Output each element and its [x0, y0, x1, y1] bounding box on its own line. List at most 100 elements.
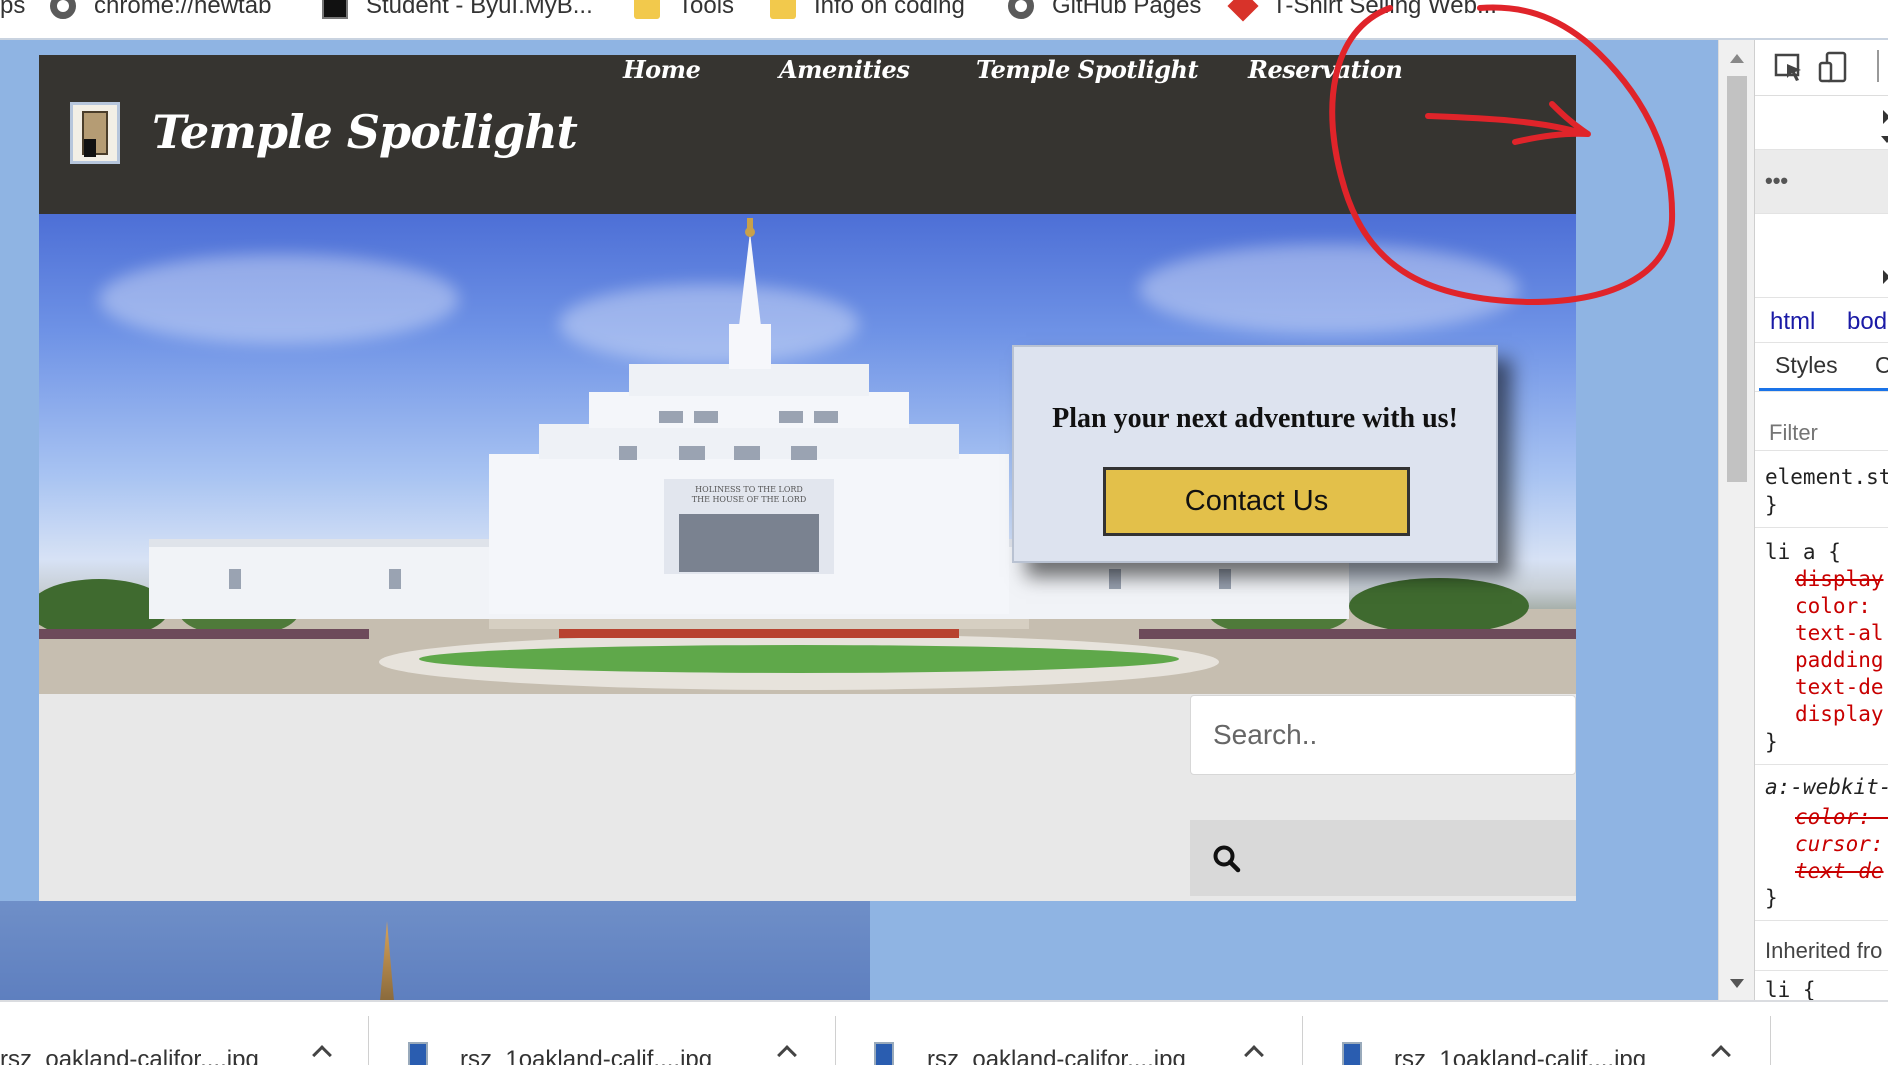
rule-close-brace: } — [1765, 493, 1778, 517]
red-diamond-icon — [1227, 0, 1259, 22]
tab-styles[interactable]: Styles — [1775, 352, 1838, 379]
download-filename: rsz_oakland-califor....jpg — [927, 1046, 1186, 1065]
image-file-icon — [408, 1042, 428, 1065]
toolbar-divider — [1877, 50, 1879, 82]
bookmark-item[interactable]: GitHub Pages — [1008, 0, 1201, 24]
inherited-from-label: Inherited fro — [1765, 938, 1883, 963]
secondary-temple-image — [0, 901, 870, 1000]
globe-icon — [50, 0, 76, 19]
temple-inscription-1: HOLINESS TO THE LORD — [695, 485, 803, 494]
divider — [1770, 1016, 1771, 1065]
image-file-icon — [874, 1042, 894, 1065]
devtools-row — [1755, 96, 1888, 150]
breadcrumb-html[interactable]: html — [1770, 308, 1815, 336]
vertical-scrollbar[interactable] — [1718, 40, 1754, 1000]
divider — [1755, 527, 1888, 528]
devtools-row — [1755, 214, 1888, 298]
downloads-bar: rsz_oakland-califor....jpg rsz_1oakland-… — [0, 1000, 1888, 1065]
bookmark-item[interactable]: ps — [0, 0, 25, 24]
scroll-down-arrow-icon[interactable] — [1730, 979, 1744, 988]
bookmark-label: Student - ByuI.MyB... — [366, 0, 593, 19]
divider — [1755, 764, 1888, 765]
temple-inscription-2: THE HOUSE OF THE LORD — [692, 495, 807, 504]
rule-li-a-selector[interactable]: li a { — [1765, 540, 1841, 564]
bookmark-item[interactable]: Tools — [634, 0, 734, 24]
nav-home[interactable]: Home — [623, 55, 701, 84]
nav-reservation[interactable]: Reservation — [1248, 55, 1403, 84]
bookmark-item[interactable]: chrome://newtab — [50, 0, 271, 24]
rule-close-brace: } — [1765, 730, 1778, 754]
nav-amenities[interactable]: Amenities — [779, 55, 910, 84]
css-prop: text-de — [1795, 859, 1884, 883]
folder-icon — [634, 0, 660, 19]
divider — [1755, 450, 1888, 451]
bookmark-item[interactable]: T-Shirt Selling Web... — [1227, 0, 1497, 24]
divider — [1755, 920, 1888, 921]
search-button[interactable] — [1190, 820, 1576, 896]
collapse-arrow-icon[interactable] — [1881, 136, 1888, 143]
download-item[interactable]: rsz_1oakland-calif....jpg — [370, 1002, 835, 1065]
download-filename: rsz_oakland-califor....jpg — [0, 1046, 259, 1065]
divider — [1755, 342, 1888, 343]
folder-icon — [770, 0, 796, 19]
devtools-toolbar — [1755, 40, 1888, 96]
divider — [1755, 970, 1888, 971]
cta-box: Plan your next adventure with us! Contac… — [1012, 345, 1498, 563]
more-dots-icon[interactable]: ••• — [1765, 168, 1788, 194]
contact-us-button[interactable]: Contact Us — [1103, 467, 1410, 536]
rule-close-brace: } — [1765, 886, 1778, 910]
bookmark-item[interactable]: Info on coding — [770, 0, 965, 24]
rule-webkit-selector: a:-webkit- — [1765, 775, 1888, 799]
device-toolbar-icon[interactable] — [1817, 50, 1849, 84]
search-icon — [1213, 845, 1241, 873]
css-prop: color: - — [1795, 805, 1888, 829]
divider — [368, 1016, 369, 1065]
download-item[interactable]: rsz_oakland-califor....jpg — [837, 1002, 1302, 1065]
expand-arrow-icon[interactable] — [1883, 110, 1888, 124]
chevron-up-icon[interactable] — [1711, 1045, 1731, 1065]
css-prop[interactable]: text-al — [1795, 621, 1884, 645]
tab-computed[interactable]: C — [1875, 352, 1888, 379]
styles-filter-input[interactable] — [1769, 415, 1888, 451]
devtools-panel: ••• html bod Styles C element.st } li a … — [1754, 40, 1888, 1000]
chevron-up-icon[interactable] — [1244, 1045, 1264, 1065]
divider — [1755, 391, 1888, 392]
rule-li-partial: li { — [1765, 978, 1816, 1000]
scroll-thumb[interactable] — [1727, 76, 1747, 482]
breadcrumb-body[interactable]: bod — [1847, 308, 1887, 336]
css-prop[interactable]: padding — [1795, 648, 1884, 672]
globe-icon — [1008, 0, 1034, 19]
inspect-element-icon[interactable] — [1773, 52, 1805, 84]
scroll-up-arrow-icon[interactable] — [1730, 54, 1744, 63]
search-input[interactable] — [1190, 695, 1576, 775]
download-filename: rsz_1oakland-calif....jpg — [1394, 1046, 1647, 1065]
spire-shape — [380, 921, 394, 1000]
cta-heading: Plan your next adventure with us! — [1052, 403, 1458, 434]
image-file-icon — [1342, 1042, 1362, 1065]
page-viewport: Temple Spotlight Home Amenities Temple S… — [0, 40, 1718, 1000]
download-filename: rsz_1oakland-calif....jpg — [460, 1046, 713, 1065]
bookmark-label: GitHub Pages — [1052, 0, 1202, 19]
download-item[interactable]: rsz_oakland-califor....jpg — [0, 1002, 365, 1065]
site-logo[interactable] — [70, 102, 120, 164]
bookmark-label: ps — [0, 0, 26, 19]
bookmarks-bar: ps chrome://newtab Student - ByuI.MyB...… — [0, 0, 1888, 40]
css-prop[interactable]: color: — [1795, 594, 1871, 618]
chevron-up-icon[interactable] — [312, 1045, 332, 1065]
bookmark-label: chrome://newtab — [94, 0, 272, 19]
logo-door — [84, 139, 96, 157]
hero-image: HOLINESS TO THE LORD THE HOUSE OF THE LO… — [39, 214, 1576, 694]
chevron-up-icon[interactable] — [777, 1045, 797, 1065]
rule-element-style: element.st — [1765, 465, 1888, 489]
nav-temple-spotlight[interactable]: Temple Spotlight — [976, 55, 1199, 84]
bookmark-label: Tools — [678, 0, 735, 19]
bookmark-label: T-Shirt Selling Web... — [1272, 0, 1497, 19]
css-prop[interactable]: text-de — [1795, 675, 1884, 699]
bookmark-item[interactable]: Student - ByuI.MyB... — [322, 0, 593, 24]
download-item[interactable]: rsz_1oakland-calif....jpg — [1304, 1002, 1769, 1065]
css-prop[interactable]: display — [1795, 702, 1884, 726]
css-prop[interactable]: display — [1795, 567, 1884, 591]
divider — [1302, 1016, 1303, 1065]
expand-arrow-icon[interactable] — [1883, 270, 1888, 284]
bookmark-label: Info on coding — [814, 0, 965, 19]
